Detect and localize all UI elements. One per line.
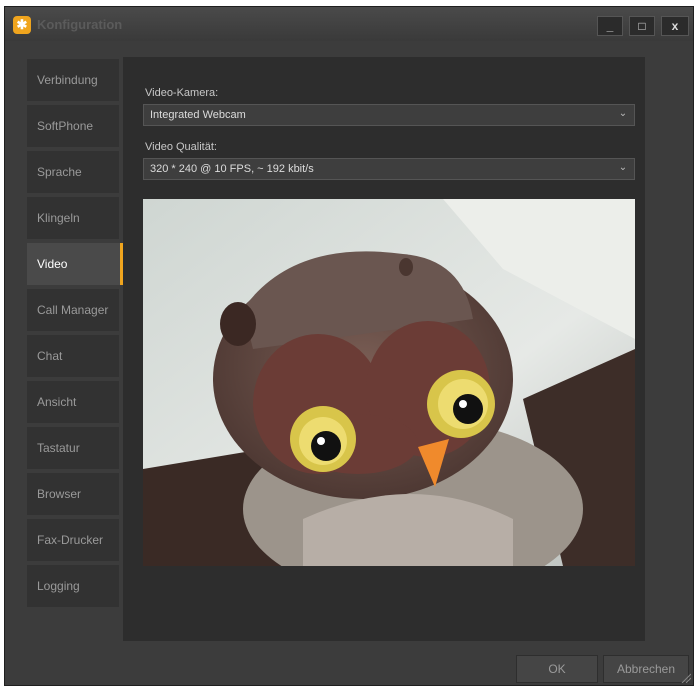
sidebar-item-video[interactable]: Video xyxy=(27,243,123,285)
sidebar-item-ansicht[interactable]: Ansicht xyxy=(27,381,119,423)
sidebar-item-browser[interactable]: Browser xyxy=(27,473,119,515)
app-logo-icon: ✱ xyxy=(13,16,31,34)
sidebar-item-softphone[interactable]: SoftPhone xyxy=(27,105,119,147)
cancel-button[interactable]: Abbrechen xyxy=(603,655,689,683)
webcam-preview xyxy=(143,199,635,566)
sidebar-item-klingeln[interactable]: Klingeln xyxy=(27,197,119,239)
sidebar-item-call-manager[interactable]: Call Manager xyxy=(27,289,119,331)
sidebar-item-verbindung[interactable]: Verbindung xyxy=(27,59,119,101)
sidebar-item-fax-drucker[interactable]: Fax-Drucker xyxy=(27,519,119,561)
quality-select[interactable]: 320 * 240 @ 10 FPS, ~ 192 kbit/s ⌄ xyxy=(143,158,635,180)
window-frame: ✱ Konfiguration _ □ x Verbindung SoftPho… xyxy=(4,6,694,686)
chevron-down-icon: ⌄ xyxy=(618,162,628,173)
camera-select[interactable]: Integrated Webcam ⌄ xyxy=(143,104,635,126)
resize-grip-icon[interactable] xyxy=(681,673,691,683)
sidebar-item-logging[interactable]: Logging xyxy=(27,565,119,607)
chevron-down-icon: ⌄ xyxy=(618,108,628,119)
quality-select-value: 320 * 240 @ 10 FPS, ~ 192 kbit/s xyxy=(150,163,314,175)
window-title: Konfiguration xyxy=(37,17,123,32)
minimize-button[interactable]: _ xyxy=(597,16,623,36)
ok-button[interactable]: OK xyxy=(516,655,598,683)
quality-label: Video Qualität: xyxy=(145,141,217,153)
webcam-preview-image xyxy=(143,199,635,566)
configuration-window: ✱ Konfiguration _ □ x Verbindung SoftPho… xyxy=(0,0,699,688)
camera-label: Video-Kamera: xyxy=(145,87,219,99)
video-settings-panel: Video-Kamera: Integrated Webcam ⌄ Video … xyxy=(123,57,645,641)
sidebar-item-sprache[interactable]: Sprache xyxy=(27,151,119,193)
maximize-button[interactable]: □ xyxy=(629,16,655,36)
title-bar[interactable]: ✱ Konfiguration _ □ x xyxy=(5,7,693,41)
close-button[interactable]: x xyxy=(661,16,689,36)
camera-select-value: Integrated Webcam xyxy=(150,109,246,121)
sidebar-item-tastatur[interactable]: Tastatur xyxy=(27,427,119,469)
sidebar-item-chat[interactable]: Chat xyxy=(27,335,119,377)
